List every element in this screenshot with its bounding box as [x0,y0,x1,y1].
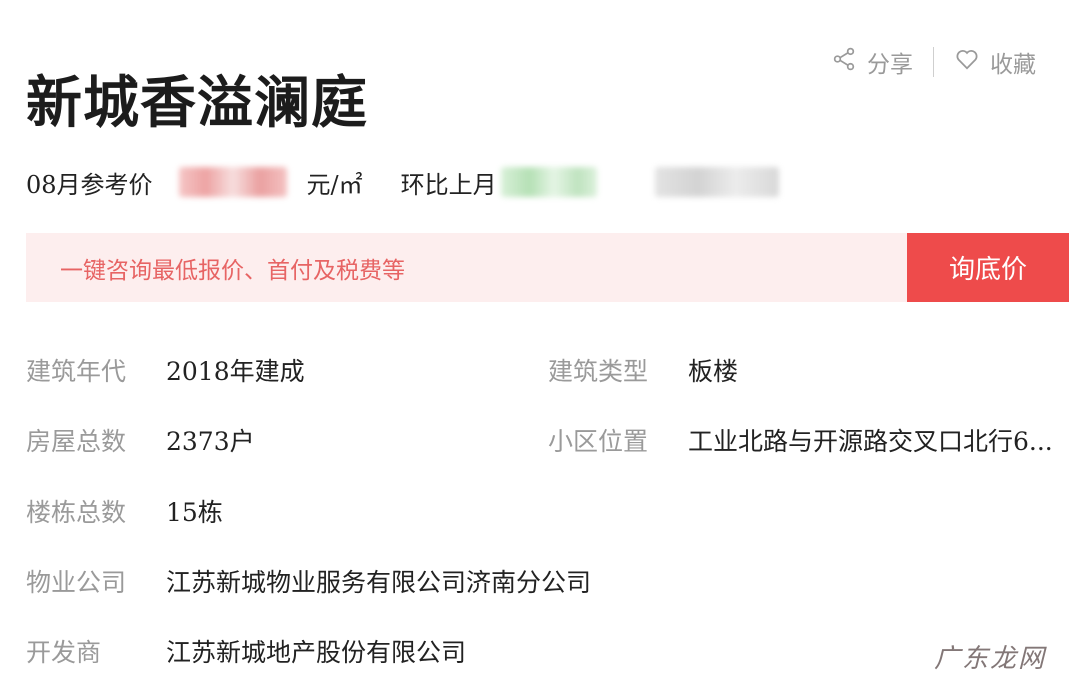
action-bar: 分享 收藏 [831,44,1036,80]
share-label: 分享 [867,52,913,78]
info-value[interactable]: 工业北路与开源路交叉口北行6... [688,422,1053,458]
info-developer: 开发商 江苏新城地产股份有限公司 [26,631,466,671]
info-label: 物业公司 [26,568,127,597]
info-build-year: 建筑年代 2018年建成 [26,350,305,390]
share-button[interactable]: 分享 [831,45,913,79]
info-label: 建筑类型 [548,357,649,386]
consult-banner-text: 一键咨询最低报价、首付及税费等 [60,257,405,284]
info-label: 建筑年代 [26,357,127,386]
watermark: 广东龙网 [933,644,1046,674]
info-value: 2373户 [166,427,255,456]
info-label: 开发商 [26,638,102,667]
info-label: 楼栋总数 [26,498,127,527]
heart-icon [954,46,980,78]
info-value: 江苏新城物业服务有限公司济南分公司 [166,568,592,597]
ask-lowest-price-button[interactable]: 询底价 [907,233,1069,302]
info-build-type: 建筑类型 板楼 [548,350,738,390]
info-value: 板楼 [688,357,739,386]
consult-banner[interactable]: 一键咨询最低报价、首付及税费等 询底价 [26,233,1069,302]
blurred-extra-value [654,167,779,197]
price-month-label: 08月参考价 [26,170,153,199]
favorite-label: 收藏 [990,52,1036,78]
favorite-button[interactable]: 收藏 [954,45,1036,79]
blurred-mom-value [500,167,597,197]
info-location: 小区位置 工业北路与开源路交叉口北行6... [548,420,1053,460]
info-value: 2018年建成 [166,357,305,386]
share-icon [831,46,857,78]
mom-label: 环比上月 [400,170,497,199]
price-unit: 元/㎡ [306,170,363,199]
info-buildings: 楼栋总数 15栋 [26,491,223,531]
blurred-price-value [178,167,287,197]
info-value: 15栋 [166,498,223,527]
action-divider [933,47,934,77]
info-value: 江苏新城地产股份有限公司 [166,638,467,667]
info-households: 房屋总数 2373户 [26,420,255,460]
price-row: 08月参考价 元/㎡ 环比上月 [26,160,779,204]
info-label: 小区位置 [548,427,649,456]
info-property-company: 物业公司 江苏新城物业服务有限公司济南分公司 [26,561,591,601]
info-label: 房屋总数 [26,427,127,456]
page-title: 新城香溢澜庭 [26,70,368,136]
